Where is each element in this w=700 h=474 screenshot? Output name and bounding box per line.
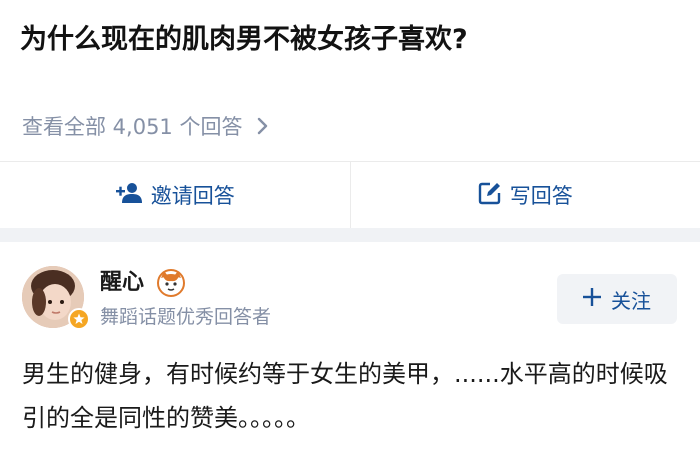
view-all-label: 查看全部 4,051 个回答 (22, 115, 243, 139)
action-bar: 邀请回答 写回答 (0, 162, 700, 228)
star-badge-icon (68, 308, 90, 330)
add-user-icon (115, 182, 143, 209)
write-answer-label: 写回答 (509, 184, 573, 208)
author-name[interactable]: 醒心 (100, 268, 144, 298)
follow-label: 关注 (611, 288, 651, 313)
write-answer-button[interactable]: 写回答 (351, 162, 700, 228)
author-bio: 舞蹈话题优秀回答者 (100, 306, 272, 328)
answer-text[interactable]: 男生的健身，有时候约等于女生的美甲，......水平高的时候吸引的全是同性的赞美… (22, 352, 672, 440)
plus-icon (583, 287, 601, 311)
cat-emoji-icon (156, 268, 186, 298)
question-title: 为什么现在的肌肉男不被女孩子喜欢? (20, 24, 468, 55)
section-gap (0, 228, 700, 242)
chevron-right-icon (257, 117, 269, 139)
view-all-answers-link[interactable]: 查看全部 4,051 个回答 (22, 108, 269, 148)
invite-answer-button[interactable]: 邀请回答 (0, 162, 350, 228)
invite-answer-label: 邀请回答 (150, 184, 235, 208)
edit-icon (478, 181, 502, 210)
answer-card: 醒心 舞蹈话题优秀回答者 关注 男生的健身，有时候约等于女生的美甲，......… (0, 242, 700, 474)
follow-button[interactable]: 关注 (557, 274, 677, 324)
